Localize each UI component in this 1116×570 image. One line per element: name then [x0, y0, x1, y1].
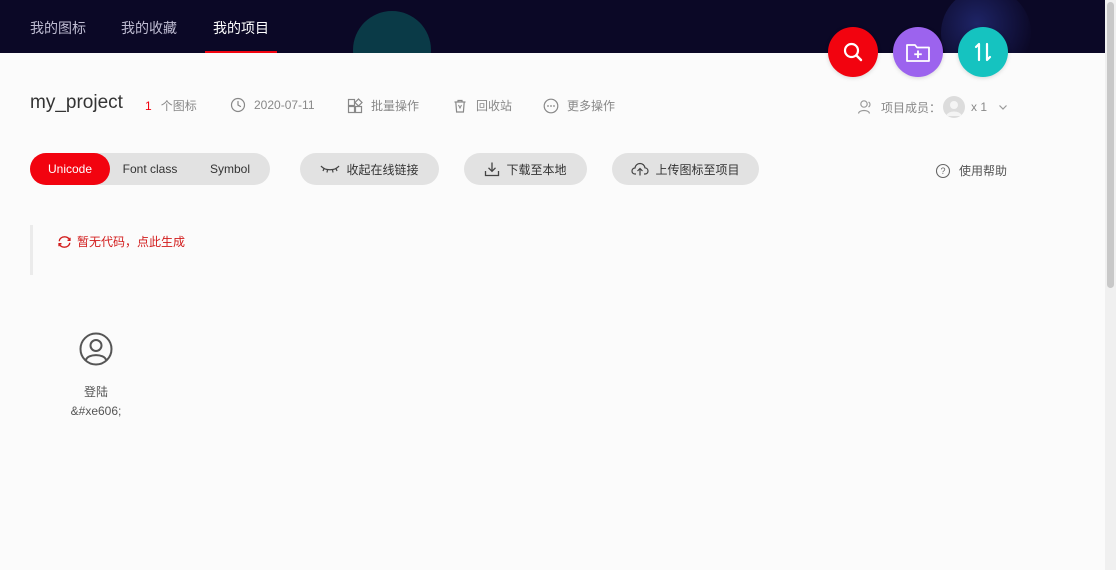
background-decoration [353, 11, 431, 53]
sort-icon [974, 42, 992, 62]
cloud-upload-icon [631, 162, 650, 176]
search-button[interactable] [828, 27, 878, 77]
more-icon [543, 98, 559, 113]
members-count: x 1 [971, 100, 988, 114]
members-label: 项目成员： [881, 100, 942, 115]
icon-unicode: &#xe606; [70, 404, 122, 418]
icon-count-label: 个图标 [160, 99, 197, 113]
batch-operation-label: 批量操作 [371, 99, 420, 113]
add-folder-button[interactable] [893, 27, 943, 77]
recycle-bin-button[interactable]: 回收站 [452, 97, 512, 114]
refresh-icon [58, 235, 71, 248]
trash-icon [454, 99, 466, 113]
more-actions-label: 更多操作 [567, 99, 616, 113]
project-date: 2020-07-11 [230, 97, 315, 113]
clock-icon [230, 97, 246, 113]
project-title: my_project [30, 92, 123, 113]
search-icon [843, 42, 863, 62]
tab-unicode[interactable]: Unicode [30, 153, 110, 185]
more-actions-button[interactable]: 更多操作 [543, 97, 615, 114]
code-panel: 暂无代码，点此生成 [30, 225, 593, 275]
sort-button[interactable] [958, 27, 1008, 77]
generate-code-label: 暂无代码，点此生成 [77, 235, 186, 249]
scrollbar-thumb[interactable] [1107, 2, 1114, 288]
avatar [943, 96, 966, 118]
upload-label: 上传图标至项目 [655, 162, 740, 177]
generate-code-link[interactable]: 暂无代码，点此生成 [57, 233, 185, 250]
recycle-bin-label: 回收站 [476, 99, 513, 113]
main-nav: 我的图标 我的收藏 我的项目 [0, 0, 277, 53]
download-label: 下载至本地 [506, 162, 567, 177]
batch-icon [347, 97, 363, 113]
user-icon [857, 100, 871, 114]
help-link[interactable]: ? 使用帮助 [935, 162, 1007, 179]
download-icon [485, 162, 500, 177]
icon-count: 1 个图标 [145, 97, 197, 114]
batch-operation-button[interactable]: 批量操作 [347, 97, 419, 114]
avatar-user-icon [946, 101, 963, 116]
icon-count-number: 1 [145, 98, 152, 113]
help-label: 使用帮助 [959, 164, 1008, 178]
nav-my-favorites[interactable]: 我的收藏 [121, 0, 177, 53]
tab-symbol[interactable]: Symbol [190, 153, 270, 185]
svg-text:?: ? [940, 166, 945, 176]
tab-font-class[interactable]: Font class [110, 153, 190, 185]
nav-my-projects[interactable]: 我的项目 [205, 0, 277, 53]
collapse-online-link-button[interactable]: 收起在线链接 [300, 153, 439, 185]
folder-add-icon [906, 44, 930, 62]
nav-my-icons[interactable]: 我的图标 [30, 0, 86, 53]
user-circle-icon [79, 332, 113, 366]
collapse-online-link-label: 收起在线链接 [346, 162, 419, 177]
icon-item[interactable]: 登陆 &#xe606; [46, 332, 146, 418]
icon-name: 登陆 [83, 385, 108, 399]
eye-closed-icon [320, 165, 340, 173]
project-members[interactable]: 项目成员： x 1 [857, 96, 1009, 118]
chevron-down-icon [999, 105, 1007, 110]
upload-button[interactable]: 上传图标至项目 [612, 153, 759, 185]
code-type-tabs: Unicode Font class Symbol [30, 153, 270, 185]
help-icon: ? [935, 163, 951, 178]
project-date-text: 2020-07-11 [254, 98, 315, 112]
download-button[interactable]: 下载至本地 [464, 153, 587, 185]
